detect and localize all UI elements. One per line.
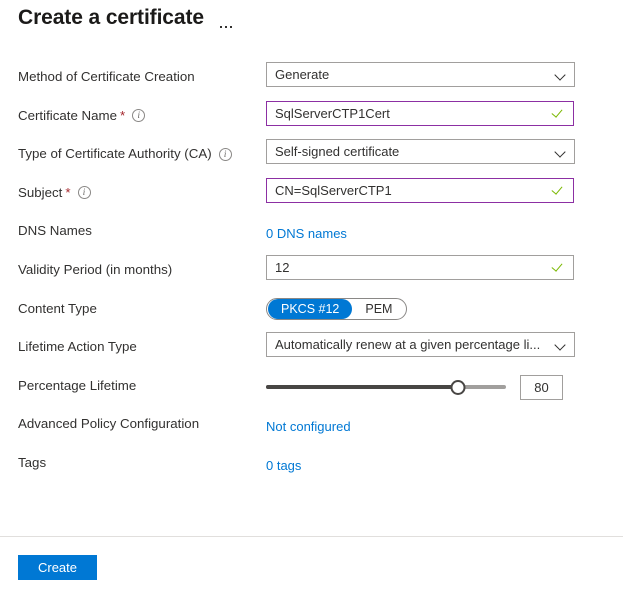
slider-wrap-percentage-lifetime: 80 bbox=[266, 371, 563, 400]
slider-value-input[interactable]: 80 bbox=[520, 375, 563, 400]
label-advanced-policy-configuration: Advanced Policy Configuration bbox=[18, 415, 199, 433]
control-validity-period-in-months: 12 bbox=[266, 255, 574, 280]
slider-thumb[interactable] bbox=[451, 380, 466, 395]
label-text: Method of Certificate Creation bbox=[18, 68, 195, 86]
link-tags[interactable]: 0 tags bbox=[266, 448, 301, 478]
control-certificate-name: SqlServerCTP1Cert bbox=[266, 101, 574, 126]
form-row-certificate-name: Certificate Name* i SqlServerCTP1Cert bbox=[0, 101, 623, 140]
form-row-percentage-lifetime: Percentage Lifetime 80 bbox=[0, 371, 623, 410]
control-method-of-certificate-creation: Generate bbox=[266, 62, 575, 87]
chevron-down-icon bbox=[554, 338, 568, 352]
control-advanced-policy-configuration: Not configured bbox=[266, 409, 351, 439]
input-certificate-name[interactable]: SqlServerCTP1Cert bbox=[266, 101, 574, 126]
control-content-type: PKCS #12PEM bbox=[266, 294, 407, 320]
page-title: Create a certificate bbox=[18, 4, 204, 32]
checkmark-icon bbox=[553, 183, 567, 197]
label-percentage-lifetime: Percentage Lifetime bbox=[18, 377, 136, 395]
footer-divider bbox=[0, 536, 623, 537]
value-text: 12 bbox=[275, 259, 549, 276]
form-row-method-of-certificate-creation: Method of Certificate Creation Generate bbox=[0, 62, 623, 101]
checkmark-icon bbox=[553, 106, 567, 120]
label-method-of-certificate-creation: Method of Certificate Creation bbox=[18, 68, 195, 86]
value-text: Automatically renew at a given percentag… bbox=[275, 336, 550, 353]
slider-fill bbox=[266, 385, 458, 389]
form-row-tags: Tags 0 tags bbox=[0, 448, 623, 487]
info-icon[interactable]: i bbox=[219, 148, 232, 161]
control-type-of-certificate-authority-ca: Self-signed certificate bbox=[266, 139, 575, 164]
create-button[interactable]: Create bbox=[18, 555, 97, 580]
select-lifetime-action-type[interactable]: Automatically renew at a given percentag… bbox=[266, 332, 575, 357]
toggle-option-pkcs-12[interactable]: PKCS #12 bbox=[268, 299, 352, 319]
label-dns-names: DNS Names bbox=[18, 222, 92, 240]
control-lifetime-action-type: Automatically renew at a given percentag… bbox=[266, 332, 575, 357]
page-header: Create a certificate bbox=[18, 4, 234, 32]
control-subject: CN=SqlServerCTP1 bbox=[266, 178, 574, 203]
chevron-down-icon bbox=[554, 68, 568, 82]
form-row-subject: Subject* i CN=SqlServerCTP1 bbox=[0, 178, 623, 217]
checkmark-icon bbox=[553, 260, 567, 274]
label-text: Certificate Name bbox=[18, 107, 117, 125]
value-text: Generate bbox=[275, 66, 550, 83]
label-text: Content Type bbox=[18, 300, 97, 318]
more-options-icon[interactable] bbox=[218, 4, 234, 32]
label-text: Advanced Policy Configuration bbox=[18, 415, 199, 433]
input-subject[interactable]: CN=SqlServerCTP1 bbox=[266, 178, 574, 203]
value-text: SqlServerCTP1Cert bbox=[275, 105, 549, 122]
required-asterisk: * bbox=[120, 109, 125, 123]
form-row-validity-period-in-months: Validity Period (in months) 12 bbox=[0, 255, 623, 294]
form-row-dns-names: DNS Names 0 DNS names bbox=[0, 216, 623, 255]
label-text: Type of Certificate Authority (CA) bbox=[18, 145, 212, 163]
control-dns-names: 0 DNS names bbox=[266, 216, 347, 246]
info-icon[interactable]: i bbox=[132, 109, 145, 122]
label-text: Percentage Lifetime bbox=[18, 377, 136, 395]
value-text: Self-signed certificate bbox=[275, 143, 550, 160]
slider-percentage-lifetime[interactable] bbox=[266, 377, 506, 397]
link-dns-names[interactable]: 0 DNS names bbox=[266, 216, 347, 246]
select-method-of-certificate-creation[interactable]: Generate bbox=[266, 62, 575, 87]
control-percentage-lifetime: 80 bbox=[266, 371, 563, 400]
form-row-lifetime-action-type: Lifetime Action Type Automatically renew … bbox=[0, 332, 623, 371]
toggle-option-pem[interactable]: PEM bbox=[352, 299, 405, 319]
label-text: Validity Period (in months) bbox=[18, 261, 172, 279]
required-asterisk: * bbox=[65, 186, 70, 200]
toggle-group-content-type: PKCS #12PEM bbox=[266, 298, 407, 320]
form-row-content-type: Content Type PKCS #12PEM bbox=[0, 294, 623, 333]
chevron-down-icon bbox=[554, 145, 568, 159]
label-text: Tags bbox=[18, 454, 46, 472]
control-tags: 0 tags bbox=[266, 448, 301, 478]
input-validity-period-in-months[interactable]: 12 bbox=[266, 255, 574, 280]
label-text: Lifetime Action Type bbox=[18, 338, 137, 356]
form-row-advanced-policy-configuration: Advanced Policy Configuration Not configu… bbox=[0, 409, 623, 448]
label-text: DNS Names bbox=[18, 222, 92, 240]
certificate-form: Method of Certificate Creation Generate Ce… bbox=[0, 62, 623, 487]
label-content-type: Content Type bbox=[18, 300, 97, 318]
label-tags: Tags bbox=[18, 454, 46, 472]
select-type-of-certificate-authority-ca[interactable]: Self-signed certificate bbox=[266, 139, 575, 164]
info-icon[interactable]: i bbox=[78, 186, 91, 199]
label-type-of-certificate-authority-ca: Type of Certificate Authority (CA) i bbox=[18, 145, 232, 163]
label-certificate-name: Certificate Name* i bbox=[18, 107, 145, 125]
form-row-type-of-certificate-authority-ca: Type of Certificate Authority (CA) i Self-… bbox=[0, 139, 623, 178]
link-advanced-policy-configuration[interactable]: Not configured bbox=[266, 409, 351, 439]
label-text: Subject bbox=[18, 184, 62, 202]
label-subject: Subject* i bbox=[18, 184, 91, 202]
label-validity-period-in-months: Validity Period (in months) bbox=[18, 261, 172, 279]
label-lifetime-action-type: Lifetime Action Type bbox=[18, 338, 137, 356]
value-text: CN=SqlServerCTP1 bbox=[275, 182, 549, 199]
